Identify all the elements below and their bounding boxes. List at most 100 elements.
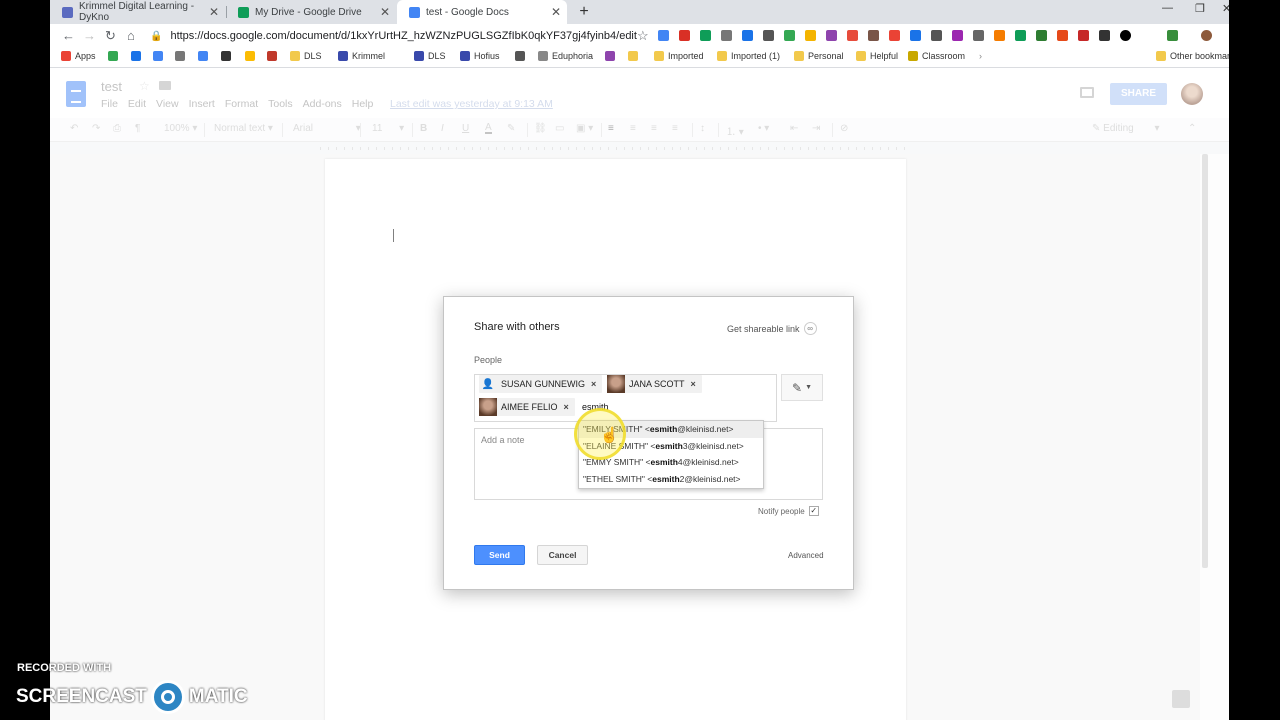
reload-icon[interactable]: ↻ [105,28,116,44]
bookmark-icon-only[interactable] [605,51,619,61]
bookmark-krimmel[interactable]: Krimmel [338,51,385,61]
extension-icon[interactable] [805,30,816,41]
dialog-title: Share with others [474,321,560,333]
bookmark-overflow-icon[interactable]: › [979,51,982,61]
remove-chip-icon[interactable]: × [691,379,696,389]
people-input[interactable]: 👤 SUSAN GUNNEWIG × JANA SCOTT × AIMEE FE… [474,374,777,422]
signal-icon [515,51,525,61]
extension-icon[interactable] [1167,30,1178,41]
close-window-icon[interactable]: ✕ [1222,2,1229,15]
extension-icon[interactable] [973,30,984,41]
bookmark-icon-only[interactable] [515,51,529,61]
bookmark-imported[interactable]: Imported [654,51,704,61]
extension-icon[interactable] [1099,30,1110,41]
notify-checkbox[interactable]: ✓ [808,506,819,516]
extension-icon[interactable] [826,30,837,41]
bookmark-hofius[interactable]: Hofius [460,51,500,61]
recipient-chip[interactable]: JANA SCOTT × [607,375,702,393]
home-icon[interactable]: ⌂ [127,28,135,43]
extension-icon[interactable] [1015,30,1026,41]
extension-icon[interactable] [658,30,669,41]
extension-icon[interactable] [889,30,900,41]
bookmark-helpful[interactable]: Helpful [856,51,898,61]
screencast-logo-icon [150,680,185,714]
extension-icon[interactable] [910,30,921,41]
tab-google-docs[interactable]: test - Google Docs ✕ [397,0,567,24]
suggestion-name: "ETHEL SMITH" < [583,473,653,484]
drive-icon [108,51,118,61]
minimize-icon[interactable]: — [1162,2,1173,14]
sun-icon [628,51,638,61]
recipient-chip[interactable]: AIMEE FELIO × [479,398,575,416]
extension-icon[interactable] [952,30,963,41]
watermark-text: MATIC [188,686,248,707]
bookmark-icon-only[interactable] [198,51,212,61]
chip-name: JANA SCOTT [629,379,685,389]
lock-icon: 🔒 [150,31,163,42]
extension-icon[interactable] [721,30,732,41]
extension-icon[interactable] [1036,30,1047,41]
address-bar[interactable]: 🔒 https://docs.google.com/document/d/1kxY… [150,26,660,46]
tab-krimmel[interactable]: Krimmel Digital Learning - DyKno ✕ [50,0,225,24]
purple-app-icon [605,51,615,61]
bookmark-icon-only[interactable] [245,51,259,61]
people-label: People [474,355,503,365]
bookmark-icon-only[interactable] [153,51,167,61]
remove-chip-icon[interactable]: × [564,402,569,412]
notify-people-option[interactable]: Notify people ✓ [758,506,819,516]
tab-my-drive[interactable]: My Drive - Google Drive ✕ [226,0,396,24]
bookmark-icon-only[interactable] [131,51,145,61]
extension-icon[interactable] [742,30,753,41]
bookmark-icon-only[interactable] [221,51,235,61]
extension-icon[interactable] [700,30,711,41]
bookmark-icon-only[interactable] [108,51,122,61]
extension-icon[interactable] [847,30,858,41]
recipient-chip[interactable]: 👤 SUSAN GUNNEWIG × [479,375,603,393]
suggestion-item[interactable]: "ETHEL SMITH" <esmith2@kleinisd.net> [579,471,763,488]
get-shareable-link[interactable]: Get shareable link ∞ [727,322,817,335]
restore-icon[interactable]: ❐ [1195,2,1205,15]
bookmark-dls[interactable]: DLS [290,51,322,61]
s-icon [221,51,231,61]
close-icon[interactable]: ✕ [551,5,561,19]
back-icon[interactable]: ← [62,28,75,43]
bookmark-classroom[interactable]: Classroom [908,51,965,61]
page-icon [538,51,548,61]
extension-icon[interactable] [763,30,774,41]
bookmark-imported-1[interactable]: Imported (1) [717,51,780,61]
bookmark-apps[interactable]: Apps [61,51,96,61]
extension-icon[interactable] [931,30,942,41]
extension-icon[interactable] [679,30,690,41]
extension-icon[interactable] [868,30,879,41]
bookmark-eduphoria[interactable]: Eduphoria [538,51,593,61]
send-button[interactable]: Send [474,545,525,565]
bookmark-icon-only[interactable] [175,51,189,61]
bookmark-other[interactable]: Other bookmar [1156,51,1229,61]
profile-avatar[interactable] [1201,30,1212,41]
red-square-icon [267,51,277,61]
forward-icon[interactable]: → [83,28,96,43]
extension-icon[interactable] [1078,30,1089,41]
advanced-link[interactable]: Advanced [788,551,824,560]
remove-chip-icon[interactable]: × [591,379,596,389]
notify-label: Notify people [758,506,805,516]
bookmark-icon-only[interactable] [267,51,281,61]
bookmark-label: Helpful [870,51,899,61]
bookmark-icon-only[interactable] [628,51,642,61]
extension-icon[interactable] [784,30,795,41]
bookmark-dls-2[interactable]: DLS [414,51,446,61]
extension-icon[interactable] [1057,30,1068,41]
bookmark-star-icon[interactable]: ☆ [637,28,649,44]
docs-favicon [409,6,420,18]
close-icon[interactable]: ✕ [380,5,390,19]
close-icon[interactable]: ✕ [209,5,219,19]
cancel-button[interactable]: Cancel [537,545,588,565]
extension-icon[interactable] [1120,30,1131,41]
extension-icon[interactable] [994,30,1005,41]
bookmark-personal[interactable]: Personal [794,51,844,61]
suggestion-domain: 2@kleinisd.net> [679,473,741,484]
permission-dropdown[interactable]: ✎ ▼ [781,374,823,401]
folder-icon [794,51,804,61]
new-tab-button[interactable]: + [574,2,594,22]
suggestion-domain: 3@kleinisd.net> [682,440,744,451]
